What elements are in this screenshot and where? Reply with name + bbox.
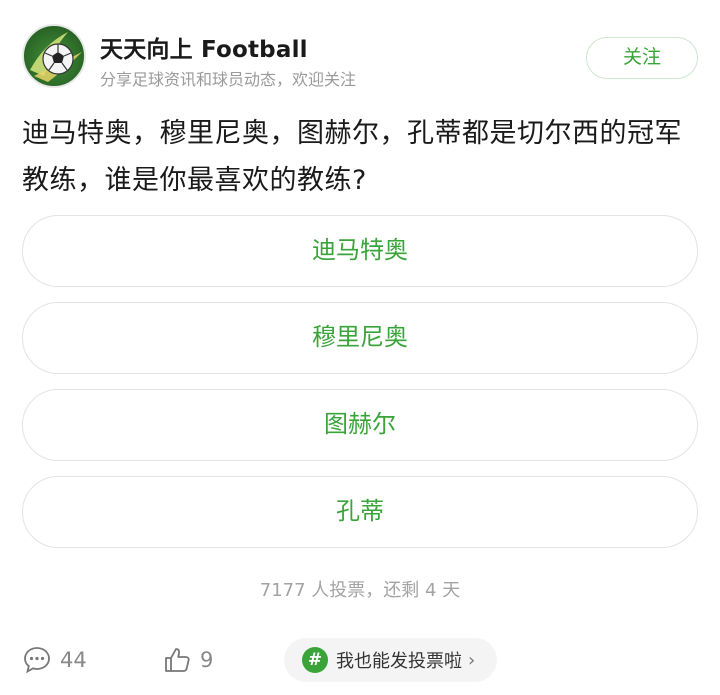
author-subtitle: 分享足球资讯和球员动态，欢迎关注	[100, 70, 357, 89]
follow-button[interactable]: 关注	[586, 37, 698, 79]
poll-option-3[interactable]: 图赫尔	[22, 389, 698, 461]
poll-option-2[interactable]: 穆里尼奥	[22, 302, 698, 374]
thumbs-up-icon	[165, 648, 190, 672]
comment-button[interactable]: 44	[22, 644, 87, 676]
author-name[interactable]: 天天向上 Football	[100, 30, 308, 64]
poll-options: 迪马特奥 穆里尼奥 图赫尔 孔蒂	[22, 215, 698, 563]
poll-question: 迪马特奥，穆里尼奥，图赫尔，孔蒂都是切尔西的冠军教练，谁是你最喜欢的教练?	[22, 118, 682, 196]
comment-count: 44	[60, 648, 87, 672]
poll-stats: 7177 人投票，还剩 4 天	[259, 580, 461, 601]
post-header: 天天向上 Football 分享足球资讯和球员动态，欢迎关注 关注	[22, 24, 698, 90]
like-count: 9	[200, 648, 214, 672]
create-poll-button[interactable]: # 我也能发投票啦 ›	[284, 638, 498, 682]
comment-bubble-icon	[24, 647, 50, 674]
post-footer: 44 9 # 我也能发投票啦 ›	[22, 638, 698, 682]
soccer-ball-logo-icon	[30, 32, 82, 82]
create-poll-label: 我也能发投票啦	[336, 651, 462, 672]
chevron-right-icon: ›	[468, 649, 476, 671]
avatar[interactable]	[22, 24, 86, 88]
poll-option-1[interactable]: 迪马特奥	[22, 215, 698, 287]
poll-option-4[interactable]: 孔蒂	[22, 476, 698, 548]
hashtag-icon: #	[302, 647, 328, 673]
like-button[interactable]: 9	[162, 644, 213, 676]
